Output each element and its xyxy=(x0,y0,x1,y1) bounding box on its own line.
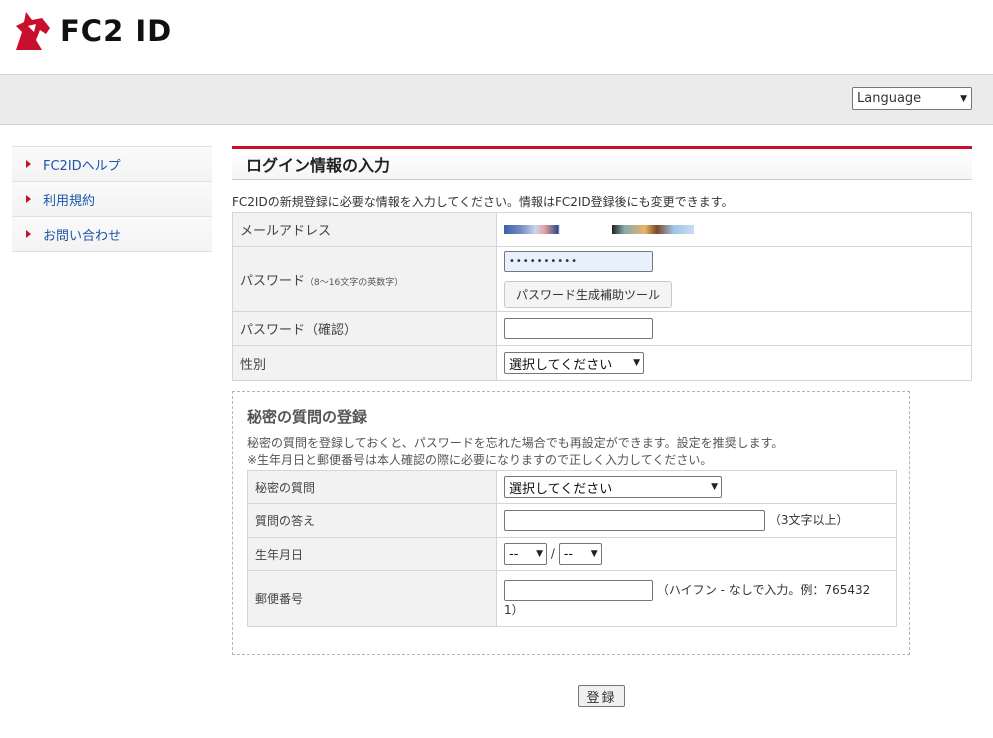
register-button[interactable]: 登録 xyxy=(578,685,625,707)
header: FC2 ID xyxy=(0,0,993,74)
chevron-down-icon: ▼ xyxy=(633,358,640,368)
postal-label: 郵便番号 xyxy=(247,570,497,627)
password-confirm-label: パスワード（確認） xyxy=(232,311,497,346)
chevron-down-icon: ▼ xyxy=(711,482,718,492)
page-title: ログイン情報の入力 xyxy=(232,146,972,180)
login-info-table: メールアドレス パスワード（8～16文字の英数字） •••••••••• パスワ… xyxy=(232,212,972,381)
secret-description: 秘密の質問を登録しておくと、パスワードを忘れた場合でも再設定ができます。設定を推… xyxy=(247,435,895,469)
postal-note: （ハイフン - なしで入力。例：765432 xyxy=(656,582,871,597)
fc2-horse-logo-icon xyxy=(16,12,50,50)
chevron-down-icon: ▼ xyxy=(590,549,598,559)
arrow-right-icon xyxy=(26,230,31,238)
password-generator-button[interactable]: パスワード生成補助ツール xyxy=(504,280,673,308)
postal-cell: （ハイフン - なしで入力。例：765432 1） xyxy=(496,570,897,627)
table-row: メールアドレス xyxy=(232,212,972,247)
sidebar-item-help[interactable]: FC2IDヘルプ xyxy=(12,146,212,181)
secret-question-cell: 選択してください ▼ xyxy=(496,470,897,504)
answer-label: 質問の答え xyxy=(247,503,497,538)
main-content: ログイン情報の入力 FC2IDの新規登録に必要な情報を入力してください。情報はF… xyxy=(232,146,972,381)
secret-question-table: 秘密の質問 選択してください ▼ 質問の答え （3文字以上） 生年月日 -- ▼ xyxy=(247,470,897,627)
secret-desc-line: ※生年月日と郵便番号は本人確認の際に必要になりますので正しく入力してください。 xyxy=(247,453,713,467)
sidebar-item-label: 利用規約 xyxy=(43,193,96,209)
table-row: 郵便番号 （ハイフン - なしで入力。例：765432 1） xyxy=(247,570,897,627)
birth-cell: -- ▼ / -- ▼ xyxy=(496,537,897,571)
language-select[interactable]: Language ▼ xyxy=(852,87,972,110)
gender-label: 性別 xyxy=(232,345,497,381)
email-value xyxy=(496,212,972,247)
password-confirm-cell xyxy=(496,311,972,346)
password-input[interactable]: •••••••••• xyxy=(504,250,653,272)
secret-question-select-value: 選択してください xyxy=(509,481,613,497)
secret-question-select[interactable]: 選択してください ▼ xyxy=(504,476,722,498)
gender-select-value: 選択してください xyxy=(509,357,613,373)
logo-text: FC2 ID xyxy=(60,14,173,48)
table-row: 性別 選択してください ▼ xyxy=(232,345,972,381)
arrow-right-icon xyxy=(26,195,31,203)
top-bar xyxy=(0,74,993,125)
chevron-down-icon: ▼ xyxy=(960,93,967,104)
postal-input[interactable] xyxy=(504,579,653,601)
chevron-down-icon: ▼ xyxy=(536,549,543,559)
gender-cell: 選択してください ▼ xyxy=(496,345,972,381)
answer-note: （3文字以上） xyxy=(768,513,849,527)
intro-text: FC2IDの新規登録に必要な情報を入力してください。情報はFC2ID登録後にも変… xyxy=(232,195,734,209)
language-select-value: Language xyxy=(857,91,922,106)
secret-question-section: 秘密の質問の登録 秘密の質問を登録しておくと、パスワードを忘れた場合でも再設定が… xyxy=(232,391,910,655)
sidebar-item-label: FC2IDヘルプ xyxy=(43,158,121,174)
password-confirm-input[interactable] xyxy=(504,318,653,339)
password-label: パスワード xyxy=(240,273,306,289)
password-cell: •••••••••• パスワード生成補助ツール xyxy=(496,246,972,312)
table-row: パスワード（8～16文字の英数字） •••••••••• パスワード生成補助ツー… xyxy=(232,246,972,312)
sidebar-item-label: お問い合わせ xyxy=(43,228,122,244)
redacted-email xyxy=(612,225,695,234)
sidebar: FC2IDヘルプ 利用規約 お問い合わせ xyxy=(12,146,212,252)
birth-day-select[interactable]: -- ▼ xyxy=(558,543,602,565)
email-label: メールアドレス xyxy=(232,212,497,247)
answer-cell: （3文字以上） xyxy=(496,503,897,538)
answer-input[interactable] xyxy=(504,510,765,531)
table-row: 秘密の質問 選択してください ▼ xyxy=(247,470,897,504)
sidebar-item-terms[interactable]: 利用規約 xyxy=(12,181,212,216)
arrow-right-icon xyxy=(26,160,31,168)
table-row: 質問の答え （3文字以上） xyxy=(247,503,897,538)
fc2-logo[interactable]: FC2 ID xyxy=(12,10,172,52)
birth-label: 生年月日 xyxy=(247,537,497,571)
birth-month-select[interactable]: -- ▼ xyxy=(504,543,547,565)
secret-question-label: 秘密の質問 xyxy=(247,470,497,504)
secret-section-title: 秘密の質問の登録 xyxy=(247,408,368,426)
password-label-cell: パスワード（8～16文字の英数字） xyxy=(232,246,497,312)
postal-note-continued: 1） xyxy=(504,602,524,617)
redacted-email xyxy=(504,225,594,234)
table-row: 生年月日 -- ▼ / -- ▼ xyxy=(247,537,897,571)
password-hint: （8～16文字の英数字） xyxy=(305,277,404,288)
birth-month-value: -- xyxy=(509,546,519,562)
sidebar-item-contact[interactable]: お問い合わせ xyxy=(12,216,212,252)
secret-desc-line: 秘密の質問を登録しておくと、パスワードを忘れた場合でも再設定ができます。設定を推… xyxy=(247,436,784,450)
birth-separator: / xyxy=(550,546,555,561)
table-row: パスワード（確認） xyxy=(232,311,972,346)
birth-day-value: -- xyxy=(563,546,574,562)
gender-select[interactable]: 選択してください ▼ xyxy=(504,352,644,374)
